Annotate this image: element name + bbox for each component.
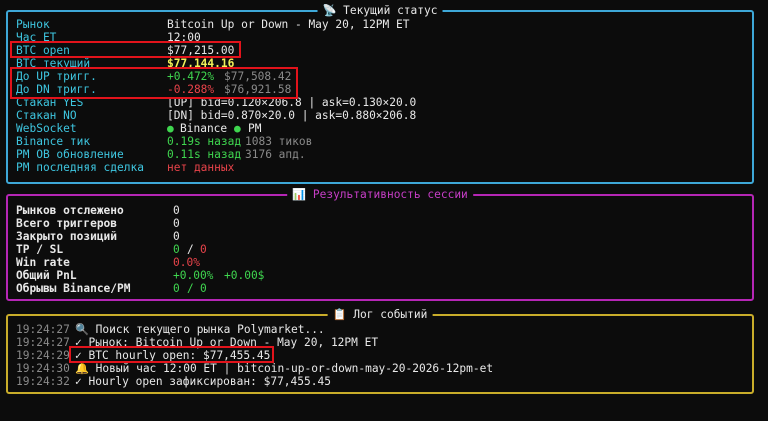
session-row-markets: Рынков отслежено 0 [8,204,752,217]
ws-pm-status: PM [248,122,262,135]
total-triggers-value: 0 [173,217,180,230]
log-time: 19:24:30 [16,362,70,375]
status-label: WebSocket [16,122,77,135]
status-panel-title: 📡 Текущий статус [317,4,443,18]
session-label: Общий PnL [16,269,77,282]
session-label: Рынков отслежено [16,204,124,217]
binance-tick-ago: 0.19s назад [167,135,242,148]
session-label: Win rate [16,256,70,269]
pm-ob-count: 3176 апд. [245,148,306,161]
status-dot-icon: ● [167,122,174,135]
disconnect-separator: / [187,282,194,295]
pnl-usd-value: +0.00$ [224,269,265,282]
session-label: Всего триггеров [16,217,118,230]
status-row-pm-ob: PM OB обновление 0.11s назад 3176 апд. [8,148,752,161]
session-panel-title: 📊 Результативность сессии [287,188,473,202]
session-row-tpsl: TP / SL 0 / 0 [8,243,752,256]
session-label: Закрыто позиций [16,230,118,243]
binance-tick-count: 1083 тиков [245,135,313,148]
status-row-market: Рынок Bitcoin Up or Down - May 20, 12PM … [8,18,752,31]
tp-sl-separator: / [187,243,194,256]
log-time: 19:24:32 [16,375,70,388]
sl-value: 0 [200,243,207,256]
log-text: 🔔 Новый час 12:00 ET | bitcoin-up-or-dow… [75,362,494,375]
log-time: 19:24:29 [16,349,70,362]
session-panel: 📊 Результативность сессии Рынков отслеже… [6,188,754,301]
session-row-closed: Закрыто позиций 0 [8,230,752,243]
highlight-hourly-open [69,346,274,363]
session-row-disconnects: Обрывы Binance/PM 0 / 0 [8,282,752,295]
market-name: Bitcoin Up or Down - May 20, 12PM ET [167,18,410,31]
ws-binance-status: Binance [180,122,228,135]
status-panel: 📡 Текущий статус Рынок Bitcoin Up or Dow… [6,4,754,184]
status-row-binance-tick: Binance тик 0.19s назад 1083 тиков [8,135,752,148]
status-label: Binance тик [16,135,91,148]
pnl-pct-value: +0.00% [173,269,214,282]
status-row-pm-last-trade: PM последняя сделка нет данных [8,161,752,174]
session-row-triggers: Всего триггеров 0 [8,217,752,230]
highlight-btc-open [10,41,241,58]
session-row-winrate: Win rate 0.0% [8,256,752,269]
disconnect-binance-value: 0 [173,282,180,295]
session-label: Обрывы Binance/PM [16,282,131,295]
log-time: 19:24:27 [16,336,70,349]
book-no-value: [DN] bid=0.870×20.0 | ask=0.880×206.8 [167,109,417,122]
win-rate-value: 0.0% [173,256,200,269]
log-text: 🔍 Поиск текущего рынка Polymarket... [75,323,325,336]
status-row-websocket: WebSocket ● Binance ● PM [8,122,752,135]
pm-last-trade-value: нет данных [167,161,235,174]
tp-value: 0 [173,243,180,256]
pm-ob-ago: 0.11s назад [167,148,242,161]
status-label: Рынок [16,18,50,31]
status-label: Стакан NO [16,109,77,122]
log-entry: 19:24:30 🔔 Новый час 12:00 ET | bitcoin-… [8,362,752,375]
session-row-pnl: Общий PnL +0.00% +0.00$ [8,269,752,282]
status-label: PM последняя сделка [16,161,144,174]
highlight-triggers [10,67,298,99]
disconnect-pm-value: 0 [200,282,207,295]
log-panel-title: 📋 Лог событий [327,308,433,322]
status-row-book-no: Стакан NO [DN] bid=0.870×20.0 | ask=0.88… [8,109,752,122]
log-entry: 19:24:27 🔍 Поиск текущего рынка Polymark… [8,323,752,336]
log-entry: 19:24:32 ✓ Hourly open зафиксирован: $77… [8,375,752,388]
log-text: ✓ Hourly open зафиксирован: $77,455.45 [75,375,331,388]
log-panel: 📋 Лог событий 19:24:27 🔍 Поиск текущего … [6,308,754,394]
status-label: PM OB обновление [16,148,124,161]
log-time: 19:24:27 [16,323,70,336]
markets-tracked-value: 0 [173,204,180,217]
session-label: TP / SL [16,243,64,256]
closed-positions-value: 0 [173,230,180,243]
status-dot-icon: ● [234,122,241,135]
